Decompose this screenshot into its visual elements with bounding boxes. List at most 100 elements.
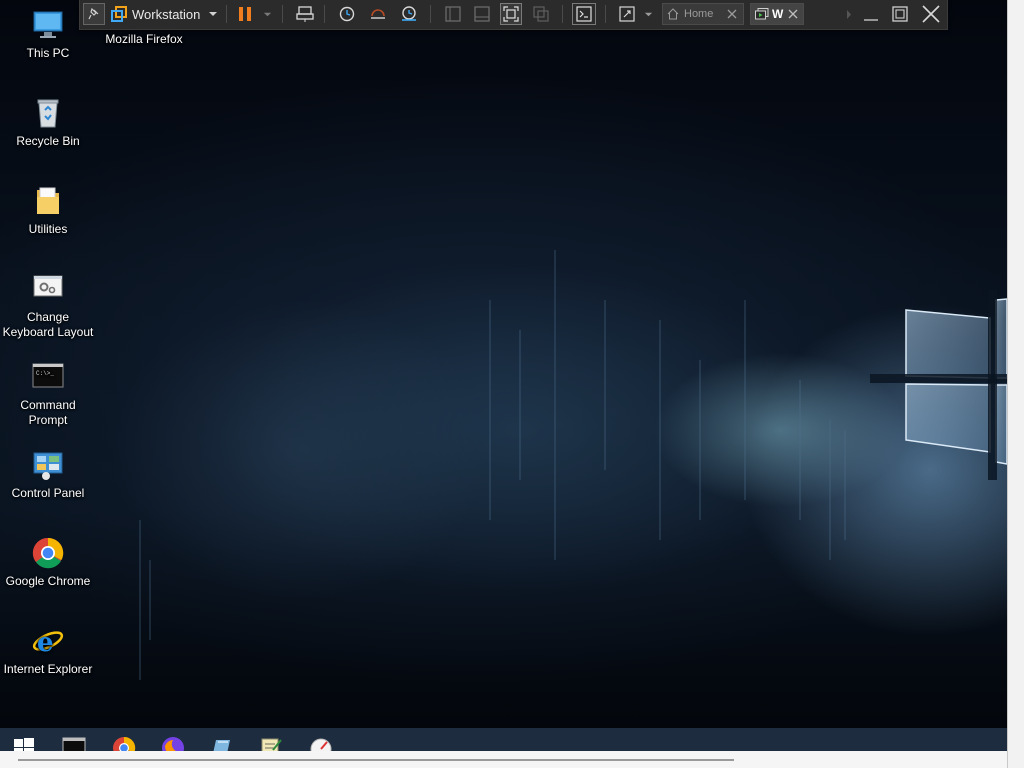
toolbar-separator [605,5,606,23]
close-icon[interactable] [788,9,798,19]
desktop-icon-internet-explorer[interactable]: e Internet Explorer [0,624,96,677]
home-icon [667,8,679,20]
svg-text:C:\>_: C:\>_ [36,370,54,377]
text-editor-icon [261,738,282,751]
toolbar-separator [562,5,563,23]
horizontal-scrollbar[interactable] [18,759,734,761]
desktop-icon-label: Recycle Bin [16,134,80,148]
minimize-icon [864,19,878,21]
snapshot-manager-button[interactable] [398,3,420,25]
windows-logo-wallpaper [870,290,1007,480]
control-panel-icon [33,452,63,480]
power-dropdown[interactable] [260,3,274,25]
taskbar-notepad[interactable] [209,736,235,751]
keyboard-layout-icon [33,275,63,297]
library-icon [445,6,461,22]
close-window-button[interactable] [919,3,943,25]
desktop-icon-change-keyboard-layout[interactable]: Change Keyboard Layout [0,272,96,340]
workstation-menu[interactable]: Workstation [132,3,220,25]
gauge-icon [310,738,332,751]
taskbar-performance[interactable] [308,736,334,751]
internet-explorer-icon: e [32,628,64,658]
recycle-bin-icon [37,99,59,128]
unity-button[interactable] [530,3,552,25]
notepad-icon [213,740,230,751]
snapshot-button[interactable] [336,3,358,25]
pin-button[interactable] [83,3,105,25]
taskbar-chrome[interactable] [111,736,137,751]
toolbar-separator [226,5,227,23]
tab-vm[interactable]: W [750,3,804,25]
console-view-button[interactable] [572,3,596,25]
firefox-icon [162,737,184,751]
close-icon [922,5,940,23]
restore-icon [892,6,908,22]
show-library-button[interactable] [442,3,464,25]
command-prompt-icon: C:\>_ [32,363,64,388]
close-icon[interactable] [727,9,737,19]
unity-icon [533,6,549,22]
revert-snapshot-icon [371,9,385,19]
toolbar-separator [324,5,325,23]
stretch-icon [619,6,635,22]
tab-label: Home [684,8,714,20]
desktop [0,0,1007,728]
console-icon [576,6,592,22]
desktop-icon-google-chrome[interactable]: Google Chrome [0,536,96,589]
desktop-icon-label: Change Keyboard Layout [2,310,94,339]
toolbar-separator [282,5,283,23]
chrome-icon [32,537,64,569]
desktop-icon-control-panel[interactable]: Control Panel [0,448,96,501]
stretch-dropdown[interactable] [641,3,655,25]
restore-button[interactable] [889,3,911,25]
taskbar [0,728,1007,751]
this-pc-icon [33,11,63,38]
taskbar-command-prompt[interactable] [61,736,87,751]
tab-home[interactable]: Home [662,3,744,25]
show-thumbnail-bar-button[interactable] [471,3,493,25]
chrome-icon [113,736,136,751]
pin-icon [88,7,99,20]
full-screen-button[interactable] [500,3,522,25]
workstation-logo [110,3,128,25]
toolbar-separator [430,5,431,23]
thumbnail-bar-icon [474,6,490,22]
revert-snapshot-button[interactable] [367,3,389,25]
vmware-toolbar: Workstation Home W [79,0,948,30]
start-icon [14,738,34,751]
tab-label: W [772,7,784,21]
desktop-icon-label: Mozilla Firefox [105,32,183,46]
command-prompt-icon [62,737,86,751]
chevron-right-icon [847,9,851,19]
host-window-right-edge [1007,0,1024,768]
full-screen-icon [503,6,519,22]
desktop-icon-utilities[interactable]: Utilities [0,184,96,237]
stretch-guest-button[interactable] [616,3,638,25]
svg-text:e: e [37,628,54,658]
chevron-down-icon [263,12,271,16]
pause-button[interactable] [235,3,255,25]
folder-icon [37,187,59,214]
minimize-button[interactable] [860,3,882,25]
chevron-down-icon [644,12,652,16]
desktop-icon-command-prompt[interactable]: C:\>_ Command Prompt [0,360,96,428]
snapshot-icon [339,6,355,22]
vm-icon [755,8,769,20]
taskbar-text-editor[interactable] [258,736,284,751]
send-ctrl-alt-del-button[interactable] [294,3,316,25]
pause-icon [239,7,251,21]
send-keys-icon [296,6,314,22]
tab-scroll-right-button[interactable] [844,3,854,25]
taskbar-firefox[interactable] [160,736,186,751]
wallpaper-streaks [139,250,846,680]
workstation-icon [111,6,127,22]
workstation-menu-label: Workstation [132,6,201,22]
desktop-icon-label: Command Prompt [20,398,76,427]
chevron-down-icon [209,12,218,16]
snapshot-manager-icon [402,6,416,21]
start-button[interactable] [11,736,37,751]
desktop-icon-label: Google Chrome [5,574,91,588]
desktop-icon-recycle-bin[interactable]: Recycle Bin [0,96,96,149]
desktop-icon-label: Internet Explorer [3,662,93,676]
desktop-icon-label: Utilities [28,222,68,236]
